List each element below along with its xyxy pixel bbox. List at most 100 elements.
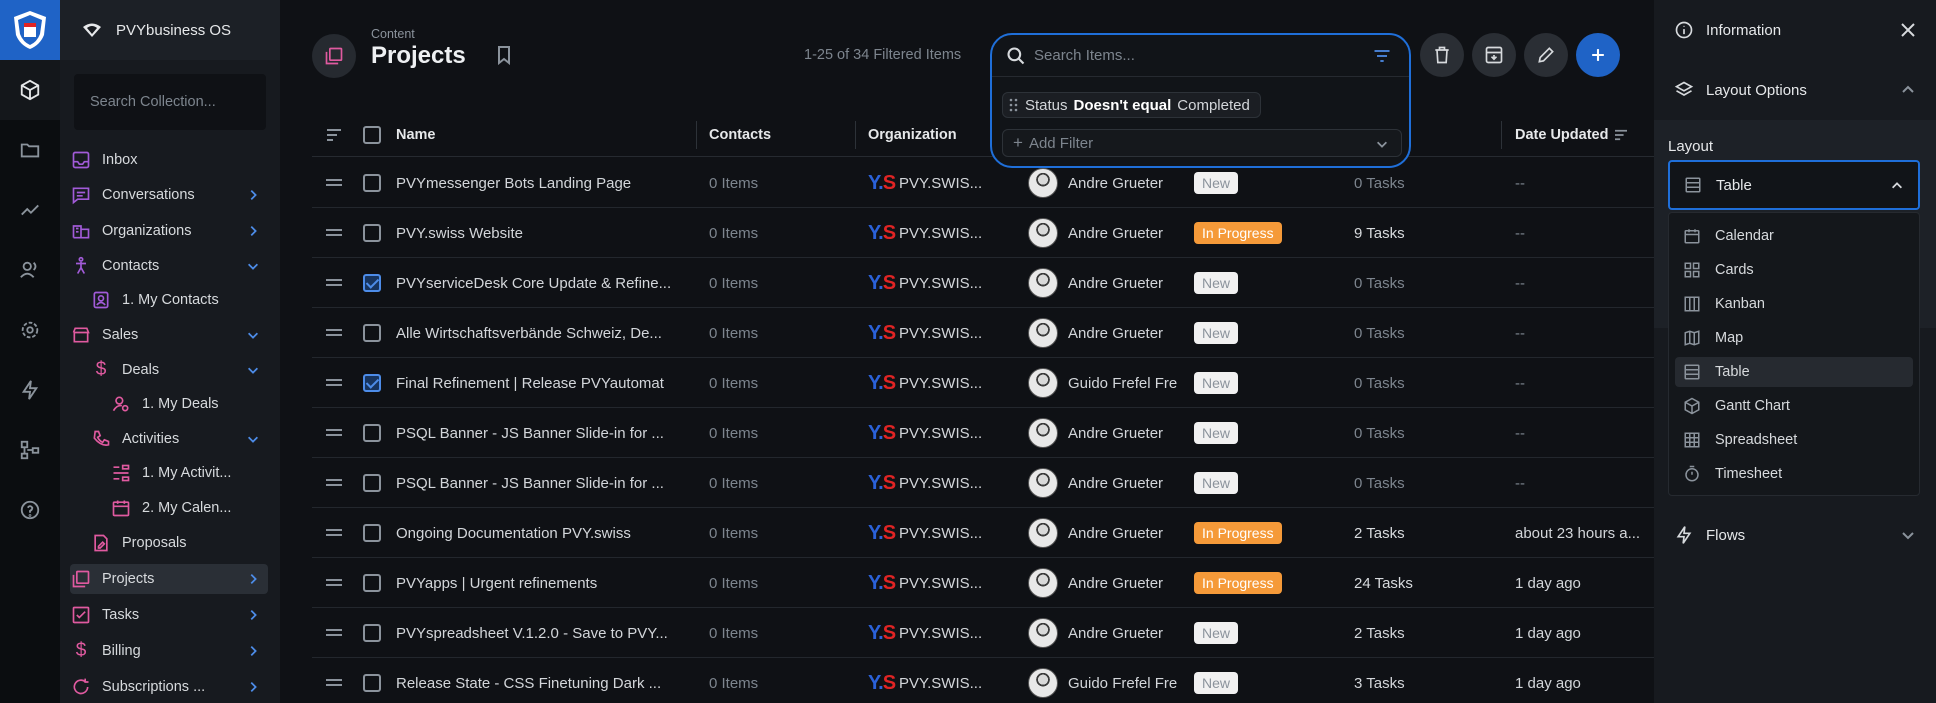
cell-date-updated[interactable]: -- [1515,208,1654,258]
nav-item-sales[interactable]: Sales [70,320,268,350]
cell-owner[interactable]: Andre Grueter [1028,408,1198,458]
cell-status[interactable]: New [1194,658,1334,703]
delete-button[interactable] [1420,33,1464,77]
row-drag-handle[interactable] [326,629,342,637]
table-row[interactable]: PVYapps | Urgent refinements 0 Items Y. S PV… [312,558,1654,608]
column-header-contacts[interactable]: Contacts [709,113,771,157]
module-settings[interactable] [0,300,60,360]
filter-value[interactable]: Completed [1177,97,1250,114]
filter-chip[interactable]: Status Doesn't equal Completed [1002,92,1261,118]
cell-name[interactable]: Final Refinement | Release PVYautomat [396,358,696,408]
filter-operator[interactable]: Doesn't equal [1074,97,1172,114]
cell-status[interactable]: New [1194,458,1334,508]
table-row[interactable]: PVYmessenger Bots Landing Page 0 Items Y. S… [312,158,1654,208]
select-all-checkbox[interactable] [363,126,381,144]
cell-tasks[interactable]: 0 Tasks [1354,308,1494,358]
cell-contacts[interactable]: 0 Items [709,508,849,558]
cell-name[interactable]: PVY.swiss Website [396,208,696,258]
cell-organization[interactable]: Y. S PVY.SWIS... [868,358,1003,408]
nav-item-tasks[interactable]: Tasks [70,600,268,630]
row-checkbox[interactable] [363,324,381,342]
row-drag-handle[interactable] [326,179,342,187]
nav-item-proposals[interactable]: Proposals [70,528,268,558]
edit-button[interactable] [1524,33,1568,77]
collection-search-input[interactable]: Search Collection... [74,74,266,130]
cell-date-updated[interactable]: -- [1515,458,1654,508]
row-drag-handle[interactable] [326,529,342,537]
cell-date-updated[interactable]: 1 day ago [1515,658,1654,703]
archive-button[interactable] [1472,33,1516,77]
cell-name[interactable]: Ongoing Documentation PVY.swiss [396,508,696,558]
module-users[interactable] [0,240,60,300]
column-header-name[interactable]: Name [396,113,436,157]
layout-option-timesheet[interactable]: Timesheet [1675,459,1913,489]
cell-contacts[interactable]: 0 Items [709,658,849,703]
nav-item-my-deals[interactable]: 1. My Deals [70,389,268,419]
row-drag-handle[interactable] [326,279,342,287]
row-checkbox[interactable] [363,674,381,692]
cell-name[interactable]: PVYspreadsheet V.1.2.0 - Save to PVY... [396,608,696,658]
sidebar-flows[interactable]: Flows [1654,515,1936,555]
chevron-down-icon[interactable] [246,259,260,273]
layout-option-map[interactable]: Map [1675,323,1913,353]
nav-item-my-contacts[interactable]: 1. My Contacts [70,285,268,315]
cell-tasks[interactable]: 9 Tasks [1354,208,1494,258]
column-header-date-updated[interactable]: Date Updated [1515,113,1628,157]
close-icon[interactable] [1900,22,1916,38]
row-drag-handle[interactable] [326,229,342,237]
row-checkbox[interactable] [363,574,381,592]
cell-organization[interactable]: Y. S PVY.SWIS... [868,558,1003,608]
module-help[interactable] [0,480,60,540]
cell-name[interactable]: PSQL Banner - JS Banner Slide-in for ... [396,408,696,458]
table-row[interactable]: Final Refinement | Release PVYautomat 0 I… [312,358,1654,408]
breadcrumb[interactable]: Content [371,27,415,41]
cell-tasks[interactable]: 0 Tasks [1354,408,1494,458]
cell-organization[interactable]: Y. S PVY.SWIS... [868,458,1003,508]
cell-status[interactable]: In Progress [1194,558,1334,608]
cell-name[interactable]: PVYserviceDesk Core Update & Refine... [396,258,696,308]
cell-tasks[interactable]: 24 Tasks [1354,558,1494,608]
cell-owner[interactable]: Andre Grueter [1028,308,1198,358]
row-checkbox[interactable] [363,524,381,542]
cell-status[interactable]: New [1194,308,1334,358]
chevron-right-icon[interactable] [246,644,260,658]
row-checkbox[interactable] [363,224,381,242]
cell-tasks[interactable]: 3 Tasks [1354,658,1494,703]
chevron-right-icon[interactable] [246,680,260,694]
nav-item-projects[interactable]: Projects [70,564,268,594]
column-resize-handle[interactable] [855,121,856,149]
cell-contacts[interactable]: 0 Items [709,258,849,308]
search-input[interactable] [1034,47,1364,64]
row-drag-handle[interactable] [326,379,342,387]
cell-organization[interactable]: Y. S PVY.SWIS... [868,608,1003,658]
table-row[interactable]: PSQL Banner - JS Banner Slide-in for ...… [312,408,1654,458]
table-row[interactable]: PVYspreadsheet V.1.2.0 - Save to PVY... 0… [312,608,1654,658]
cell-date-updated[interactable]: about 23 hours a... [1515,508,1654,558]
nav-item-organizations[interactable]: Organizations [70,216,268,246]
layout-select[interactable]: Table [1668,160,1920,210]
cell-owner[interactable]: Guido Frefel Fre [1028,358,1198,408]
cell-date-updated[interactable]: -- [1515,258,1654,308]
table-row[interactable]: Release State - CSS Finetuning Dark ... 0… [312,658,1654,703]
cell-status[interactable]: New [1194,608,1334,658]
row-checkbox[interactable] [363,174,381,192]
drag-handle-icon[interactable] [1009,98,1019,112]
cell-contacts[interactable]: 0 Items [709,608,849,658]
cell-name[interactable]: PVYmessenger Bots Landing Page [396,158,696,208]
sidebar-information[interactable]: Information [1654,10,1936,50]
layout-option-spreadsheet[interactable]: Spreadsheet [1675,425,1913,455]
cell-date-updated[interactable]: -- [1515,408,1654,458]
sidebar-layout-options[interactable]: Layout Options [1654,70,1936,110]
cell-tasks[interactable]: 0 Tasks [1354,458,1494,508]
filter-field[interactable]: Status [1025,97,1068,114]
row-checkbox[interactable] [363,274,381,292]
cell-organization[interactable]: Y. S PVY.SWIS... [868,658,1003,703]
table-row[interactable]: PVY.swiss Website 0 Items Y. S PVY.SWIS... An… [312,208,1654,258]
nav-item-activities[interactable]: Activities [70,424,268,454]
cell-organization[interactable]: Y. S PVY.SWIS... [868,408,1003,458]
layout-option-gantt-chart[interactable]: Gantt Chart [1675,391,1913,421]
chevron-right-icon[interactable] [246,572,260,586]
nav-item-my-calendar[interactable]: 2. My Calen... [70,493,268,523]
cell-contacts[interactable]: 0 Items [709,458,849,508]
cell-status[interactable]: New [1194,408,1334,458]
